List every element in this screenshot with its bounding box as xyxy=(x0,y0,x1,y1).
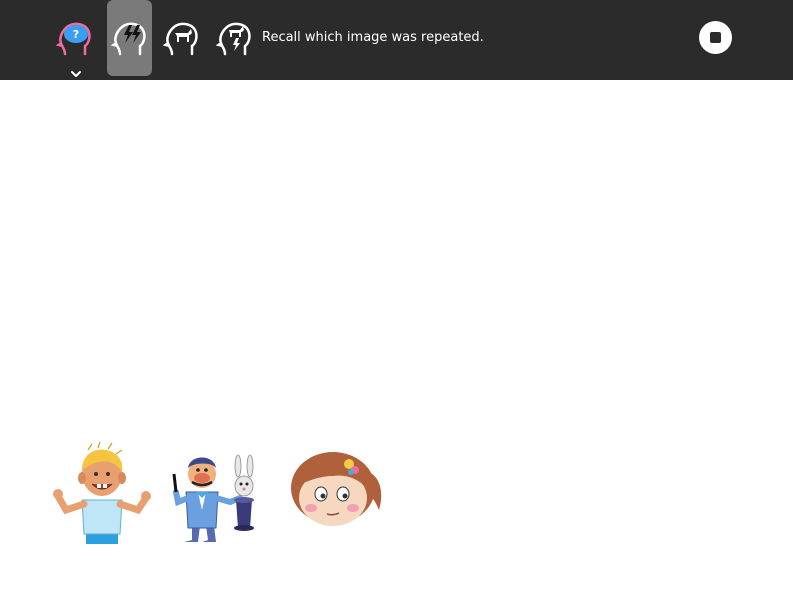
svg-text:?: ? xyxy=(73,28,79,41)
toolbar: ? Recall which image was repeated. xyxy=(0,0,793,80)
head-lightning-icon xyxy=(111,22,146,56)
magician-illustration xyxy=(172,454,254,542)
mode-horse-lightning-button[interactable] xyxy=(212,0,257,76)
instruction-text: Recall which image was repeated. xyxy=(262,30,484,45)
head-horse-icon xyxy=(163,22,198,56)
choice-girl-face[interactable] xyxy=(287,440,387,544)
mode-question-button[interactable]: ? xyxy=(52,0,97,76)
mode-lightning-button[interactable] xyxy=(107,0,152,76)
stop-icon xyxy=(710,32,721,43)
boy-illustration xyxy=(53,441,151,544)
expand-chevron-icon[interactable] xyxy=(69,66,83,80)
choice-magician-with-rabbit[interactable] xyxy=(168,440,268,544)
mode-horse-button[interactable] xyxy=(159,0,204,76)
girl-face-illustration xyxy=(291,452,382,526)
stop-button[interactable] xyxy=(699,21,732,54)
choice-boy-arms-open[interactable] xyxy=(52,440,152,544)
head-question-icon: ? xyxy=(56,22,91,56)
head-horse-lightning-icon xyxy=(216,22,251,56)
